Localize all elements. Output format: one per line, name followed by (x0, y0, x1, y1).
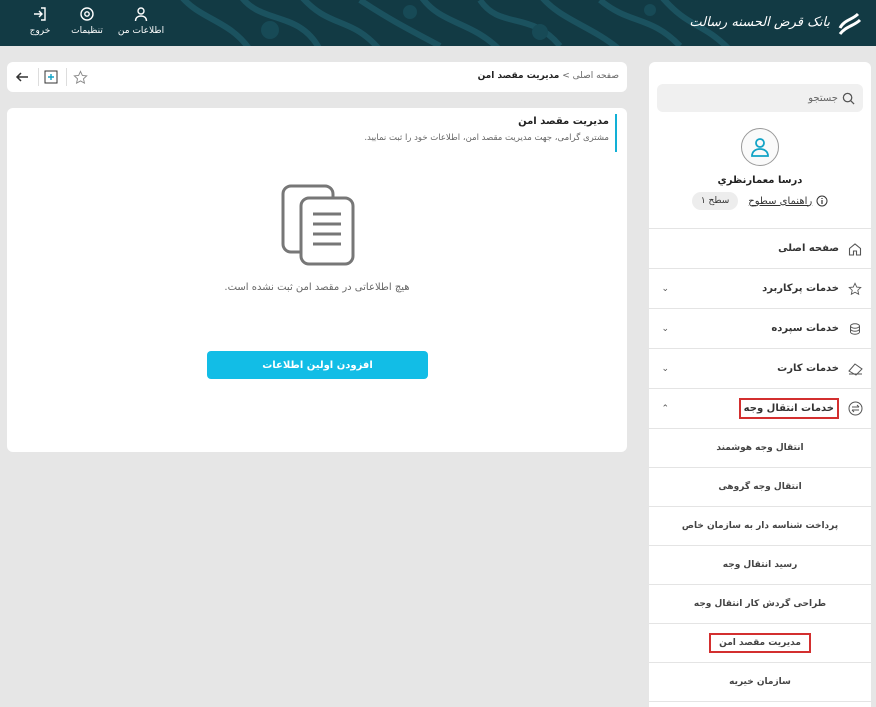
plus-square-icon (44, 70, 58, 84)
page-title: مدیریت مقصد امن (518, 116, 609, 127)
logout-button[interactable]: خروج (15, 6, 65, 42)
submenu-item-org-payment[interactable]: پرداخت شناسه دار به سازمان خاص (649, 507, 871, 546)
chevron-down-icon: ⌄ (661, 283, 669, 294)
star-icon (72, 69, 88, 84)
new-tab-button[interactable] (42, 68, 60, 86)
empty-state-message: هیچ اطلاعاتی در مقصد امن ثبت نشده است. (224, 282, 410, 293)
settings-button[interactable]: تنظیمات (62, 6, 112, 42)
sidebar-item-label: خدمات کارت (777, 363, 839, 374)
star-icon (847, 281, 863, 297)
submenu-label: طراحی گردش کار انتقال وجه (693, 599, 827, 609)
search-input[interactable] (665, 92, 838, 104)
submenu-label: انتقال وجه هوشمند (716, 443, 804, 453)
card-icon (847, 361, 863, 377)
search-icon (842, 92, 855, 105)
chevron-down-icon: ⌄ (661, 323, 669, 334)
user-meta: راهنمای سطوح سطح ۱ (649, 192, 871, 210)
top-header: خروج تنظیمات اطلاعات من بانک قرض الحسنه … (0, 0, 876, 46)
submenu-item-charity[interactable]: سازمان خیریه (649, 663, 871, 702)
submenu-label: مدیریت مقصد امن (709, 633, 811, 653)
submenu-item-group-transfer[interactable]: انتقال وجه گروهی (649, 468, 871, 507)
toolbar-divider (38, 68, 39, 86)
sidebar-item-label: صفحه اصلی (778, 243, 839, 254)
back-button[interactable] (13, 68, 31, 86)
arrow-left-icon (15, 72, 28, 82)
chevron-down-icon: ⌄ (661, 363, 669, 374)
submenu-label: رسید انتقال وجه (722, 560, 798, 570)
sidebar-item-label: خدمات سپرده (771, 323, 839, 334)
sidebar-item-frequent-services[interactable]: خدمات پرکاربرد ⌄ (649, 269, 871, 309)
level-guide-label: راهنمای سطوح (748, 195, 813, 207)
user-avatar-icon (751, 138, 769, 157)
breadcrumb-home[interactable]: صفحه اصلی (573, 71, 619, 81)
user-name: درسا معمارنظري (717, 175, 803, 186)
search-box[interactable] (657, 84, 863, 112)
add-first-info-button[interactable]: افزودن اولین اطلاعات (207, 351, 428, 379)
toolbar-divider (66, 68, 67, 86)
page-subtitle: مشتری گرامی، جهت مدیریت مقصد امن، اطلاعا… (364, 133, 609, 143)
my-info-button[interactable]: اطلاعات من (116, 6, 166, 42)
submenu-item-transfer-workflow[interactable]: طراحی گردش کار انتقال وجه (649, 585, 871, 624)
coins-icon (847, 321, 863, 337)
bank-logo[interactable]: بانک قرض الحسنه رسالت (689, 8, 862, 36)
page-toolbar: صفحه اصلی > مدیریت مقصد امن (7, 62, 627, 92)
breadcrumb-separator: > (562, 71, 570, 81)
level-badge: سطح ۱ (691, 192, 739, 210)
documents-icon (281, 184, 355, 266)
sidebar-item-label: خدمات انتقال وجه (738, 398, 839, 419)
bank-name: بانک قرض الحسنه رسالت (689, 14, 830, 30)
sidebar-item-money-transfer[interactable]: خدمات انتقال وجه ⌃ (649, 389, 871, 429)
breadcrumb: صفحه اصلی > مدیریت مقصد امن (478, 71, 619, 81)
settings-label: تنظیمات (71, 26, 103, 36)
level-guide-link[interactable]: راهنمای سطوح (748, 195, 828, 207)
submenu-label: پرداخت شناسه دار به سازمان خاص (681, 521, 839, 531)
breadcrumb-current: مدیریت مقصد امن (477, 71, 560, 81)
card-header: مدیریت مقصد امن مشتری گرامی، جهت مدیریت … (364, 114, 617, 152)
favorite-button[interactable] (71, 68, 89, 86)
gear-icon (80, 7, 94, 21)
safe-destination-card: مدیریت مقصد امن مشتری گرامی، جهت مدیریت … (7, 108, 627, 452)
sidebar-item-deposit-services[interactable]: خدمات سپرده ⌄ (649, 309, 871, 349)
bank-logo-icon (838, 12, 862, 35)
sidebar-item-home[interactable]: صفحه اصلی (649, 229, 871, 269)
sidebar-menu: صفحه اصلی خدمات پرکاربرد ⌄ خدمات سپرده ⌄… (649, 228, 871, 702)
chevron-up-icon: ⌃ (661, 403, 669, 414)
sidebar-item-label: خدمات پرکاربرد (762, 283, 839, 294)
info-icon (816, 195, 828, 207)
submenu-item-safe-destination[interactable]: مدیریت مقصد امن (649, 624, 871, 663)
submenu-item-transfer-receipt[interactable]: رسید انتقال وجه (649, 546, 871, 585)
submenu-item-smart-transfer[interactable]: انتقال وجه هوشمند (649, 429, 871, 468)
submenu-label: انتقال وجه گروهی (718, 482, 802, 492)
sidebar: درسا معمارنظري راهنمای سطوح سطح ۱ صفحه ا… (649, 62, 871, 707)
submenu-label: سازمان خیریه (729, 677, 791, 687)
logout-label: خروج (29, 26, 51, 36)
sidebar-item-card-services[interactable]: خدمات کارت ⌄ (649, 349, 871, 389)
avatar[interactable] (741, 128, 779, 166)
home-icon (847, 241, 863, 257)
logout-icon (34, 7, 46, 21)
user-icon (134, 7, 148, 22)
my-info-label: اطلاعات من (117, 26, 165, 36)
transfer-icon (847, 401, 863, 417)
